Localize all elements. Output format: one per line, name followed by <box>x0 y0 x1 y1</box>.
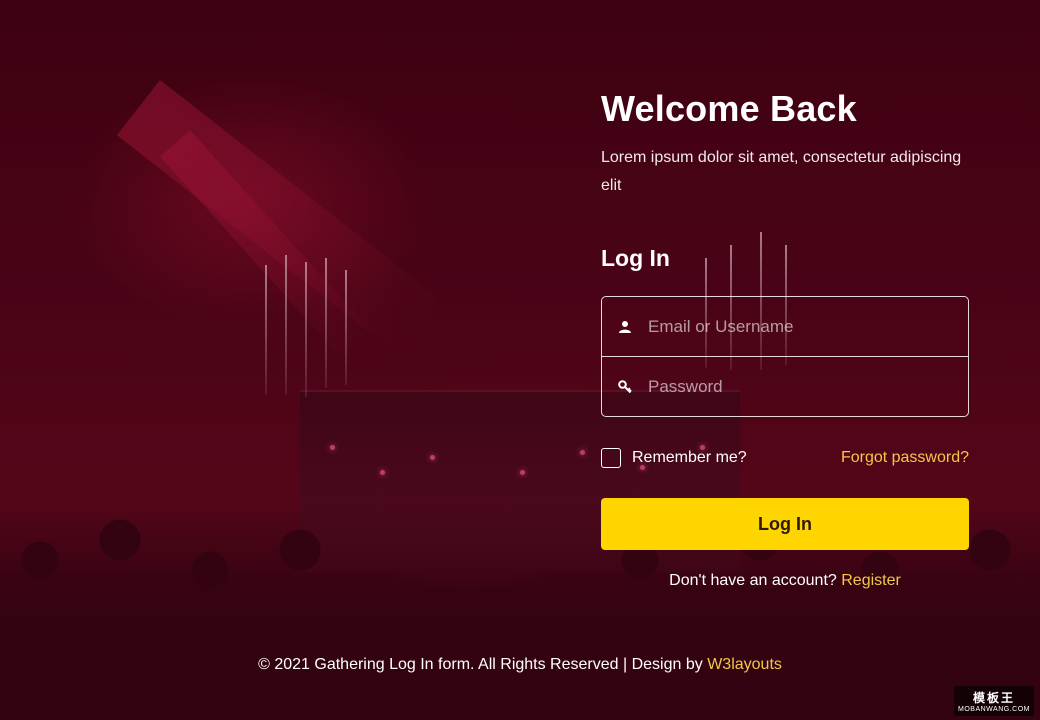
password-input[interactable] <box>646 375 952 398</box>
remember-me[interactable]: Remember me? <box>601 448 747 468</box>
login-fields <box>601 296 969 417</box>
form-heading: Log In <box>601 245 670 271</box>
page-subtitle: Lorem ipsum dolor sit amet, consectetur … <box>601 149 962 194</box>
footer-text: © 2021 Gathering Log In form. All Rights… <box>258 656 703 673</box>
password-field[interactable] <box>602 356 968 416</box>
remember-checkbox[interactable] <box>601 448 621 468</box>
login-button[interactable]: Log In <box>601 498 969 550</box>
forgot-password-link[interactable]: Forgot password? <box>841 449 969 467</box>
remember-label[interactable]: Remember me? <box>632 449 747 467</box>
page-title: Welcome Back <box>601 88 857 129</box>
key-icon <box>618 379 632 393</box>
watermark-site: MOBANWANG.COM <box>958 706 1030 713</box>
login-panel: Welcome Back Lorem ipsum dolor sit amet,… <box>601 88 969 590</box>
options-row: Remember me? Forgot password? <box>601 448 969 468</box>
username-field[interactable] <box>602 297 968 356</box>
watermark-title: 模板王 <box>972 691 1015 705</box>
register-link[interactable]: Register <box>841 572 901 589</box>
signup-text: Don't have an account? <box>669 572 837 589</box>
watermark-logo: 模板王 MOBANWANG.COM <box>954 686 1034 716</box>
footer: © 2021 Gathering Log In form. All Rights… <box>0 656 1040 674</box>
signup-prompt: Don't have an account? Register <box>601 572 969 590</box>
credit-link[interactable]: W3layouts <box>707 656 782 673</box>
user-icon <box>619 320 631 333</box>
username-input[interactable] <box>646 315 952 338</box>
